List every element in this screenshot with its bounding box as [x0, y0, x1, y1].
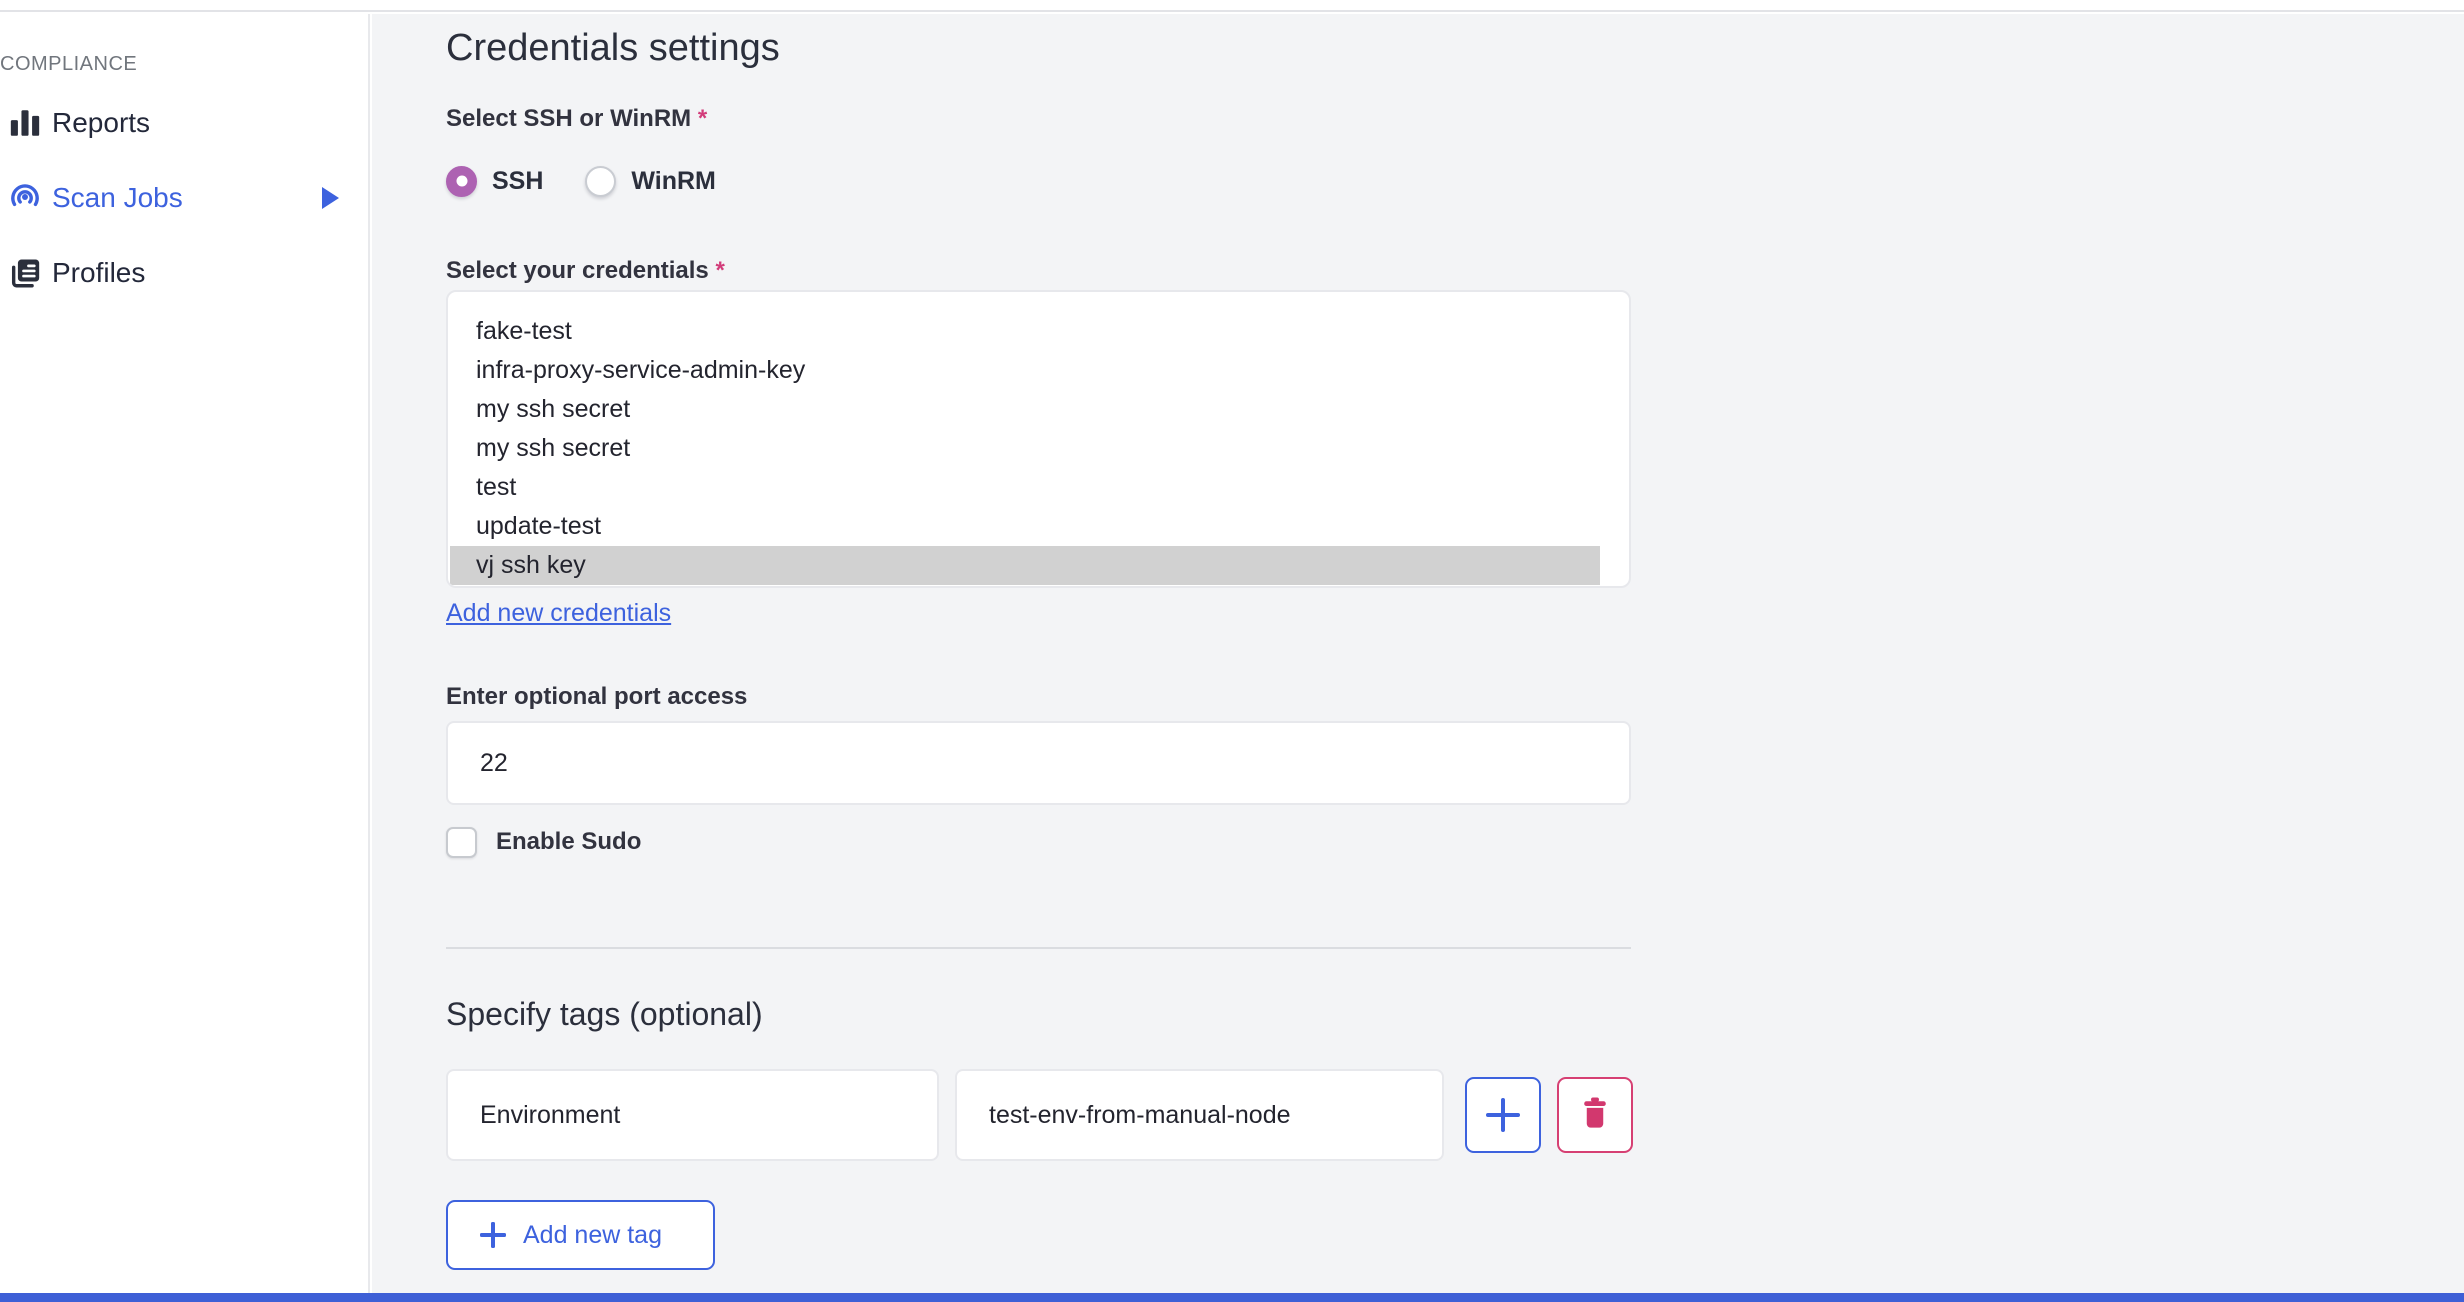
radio-option-ssh[interactable]: SSH [446, 165, 544, 197]
delete-tag-row-button[interactable] [1557, 1077, 1633, 1153]
sidebar-item-label: Profiles [52, 257, 146, 288]
required-asterisk: * [697, 105, 708, 132]
radio-winrm-label: WinRM [631, 166, 716, 195]
port-field-label: Enter optional port access [446, 683, 748, 710]
tag-value-input[interactable] [955, 1069, 1444, 1161]
section-divider [446, 947, 1631, 949]
credential-option[interactable]: test [450, 468, 1600, 507]
credentials-field-label: Select your credentials * [446, 257, 725, 284]
add-tag-row-button[interactable] [1465, 1077, 1541, 1153]
page-title: Credentials settings [446, 27, 780, 69]
credential-option[interactable]: my ssh secret [450, 429, 1600, 468]
credential-option[interactable]: update-test [450, 507, 1600, 546]
sidebar-item-scan-jobs[interactable]: Scan Jobs [0, 176, 368, 220]
main-content: Credentials settings Select SSH or WinRM… [372, 14, 2464, 1302]
sidebar-item-reports[interactable]: Reports [0, 101, 368, 145]
add-new-tag-label: Add new tag [523, 1220, 662, 1249]
sidebar-item-label: Reports [52, 107, 151, 138]
required-asterisk: * [715, 257, 725, 284]
sidebar: COMPLIANCE Reports Scan Jobs Profiles [0, 14, 370, 1302]
trash-icon [1576, 1094, 1614, 1137]
add-new-tag-button[interactable]: Add new tag [446, 1200, 715, 1270]
plus-icon [480, 1222, 506, 1248]
app-window: COMPLIANCE Reports Scan Jobs Profiles Cr… [0, 0, 2464, 1302]
credential-option[interactable]: fake-test [450, 312, 1600, 351]
radio-option-winrm[interactable]: WinRM [585, 165, 716, 197]
credentials-listbox[interactable]: fake-test infra-proxy-service-admin-key … [446, 290, 1631, 588]
enable-sudo-row: Enable Sudo [446, 826, 641, 858]
credential-option[interactable]: infra-proxy-service-admin-key [450, 351, 1600, 390]
arrow-right-icon[interactable] [322, 187, 339, 209]
bar-chart-icon [8, 106, 42, 140]
radio-ssh-label: SSH [492, 166, 544, 195]
plus-icon [1486, 1098, 1520, 1132]
tags-section-title: Specify tags (optional) [446, 996, 763, 1032]
enable-sudo-label: Enable Sudo [496, 828, 642, 855]
protocol-field-label: Select SSH or WinRM * [446, 105, 708, 132]
radio-winrm[interactable] [585, 165, 617, 197]
credential-option-selected[interactable]: vj ssh key [450, 546, 1600, 585]
port-input[interactable] [446, 721, 1631, 805]
radar-icon [8, 181, 42, 215]
top-border [0, 0, 2464, 12]
sidebar-item-profiles[interactable]: Profiles [0, 251, 368, 295]
sidebar-item-label: Scan Jobs [52, 182, 183, 213]
tag-key-input[interactable] [446, 1069, 939, 1161]
radio-ssh[interactable] [446, 165, 477, 197]
credential-option[interactable]: my ssh secret [450, 390, 1600, 429]
enable-sudo-checkbox[interactable] [446, 826, 477, 858]
bottom-accent-bar [0, 1293, 2464, 1302]
sidebar-section-label: COMPLIANCE [0, 53, 138, 75]
add-new-credentials-link[interactable]: Add new credentials [446, 598, 671, 628]
protocol-radio-group: SSH WinRM [446, 164, 716, 198]
documents-icon [8, 256, 42, 290]
